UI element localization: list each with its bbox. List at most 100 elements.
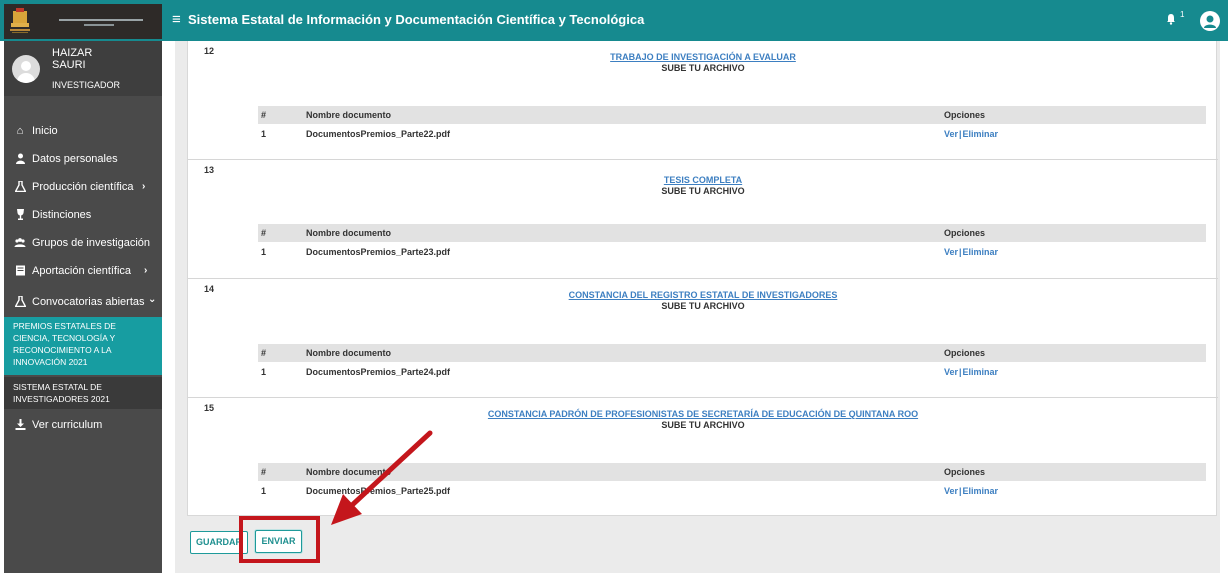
column-header-options: Opciones bbox=[944, 467, 986, 477]
app-root: ≡ Sistema Estatal de Información y Docum… bbox=[0, 0, 1228, 573]
delete-link[interactable]: Eliminar bbox=[963, 486, 999, 496]
submenu-item-label: SISTEMA ESTATAL DE INVESTIGADORES 2021 bbox=[13, 382, 110, 404]
user-profile: HAIZAR SAURI INVESTIGADOR bbox=[4, 41, 162, 96]
table-header: # Nombre documento Opciones bbox=[258, 344, 1206, 362]
sidebar-item-distinciones[interactable]: Distinciones bbox=[4, 201, 162, 229]
column-header-options: Opciones bbox=[944, 348, 986, 358]
profile-name: HAIZAR SAURI bbox=[52, 47, 92, 71]
section-number: 13 bbox=[204, 165, 215, 175]
sidebar-item-label: Inicio bbox=[32, 125, 58, 137]
submenu-item-sistema-estatal-investigadores[interactable]: SISTEMA ESTATAL DE INVESTIGADORES 2021 bbox=[4, 377, 162, 409]
section-title[interactable]: CONSTANCIA DEL REGISTRO ESTATAL DE INVES… bbox=[569, 290, 838, 300]
sidebar-item-label: Convocatorias abiertas bbox=[32, 296, 145, 308]
column-header-name: Nombre documento bbox=[306, 228, 392, 238]
delete-link[interactable]: Eliminar bbox=[963, 129, 999, 139]
row-options: Ver|Eliminar bbox=[944, 129, 998, 139]
column-header-number: # bbox=[261, 228, 267, 238]
upload-label: SUBE TU ARCHIVO bbox=[661, 301, 745, 311]
table-row: 1 DocumentosPremios_Parte23.pdf Ver|Elim… bbox=[258, 243, 1206, 261]
table-row: 1 DocumentosPremios_Parte24.pdf Ver|Elim… bbox=[258, 363, 1206, 381]
column-header-number: # bbox=[261, 110, 267, 120]
section-title[interactable]: CONSTANCIA PADRÓN DE PROFESIONISTAS DE S… bbox=[488, 409, 918, 419]
download-icon bbox=[14, 419, 26, 431]
sidebar-item-convocatorias-abiertas[interactable]: Convocatorias abiertas ⌄ bbox=[4, 288, 162, 316]
hamburger-icon[interactable]: ≡ bbox=[172, 12, 181, 27]
section-title-link[interactable]: TESIS COMPLETA bbox=[188, 175, 1218, 185]
view-link[interactable]: Ver bbox=[944, 247, 958, 257]
sidebar-item-inicio[interactable]: ⌂ Inicio bbox=[4, 117, 162, 145]
row-number: 1 bbox=[261, 247, 267, 257]
sidebar-item-label: Grupos de investigación bbox=[32, 237, 151, 249]
document-section: 12 TRABAJO DE INVESTIGACIÓN A EVALUAR SU… bbox=[188, 41, 1218, 159]
trophy-icon bbox=[14, 209, 26, 221]
sidebar-item-datos-personales[interactable]: Datos personales bbox=[4, 145, 162, 173]
chevron-right-icon: › bbox=[144, 265, 148, 276]
submenu-item-premios-estatales[interactable]: PREMIOS ESTATALES DE CIENCIA, TECNOLOGÍA… bbox=[4, 317, 162, 375]
column-header-options: Opciones bbox=[944, 228, 986, 238]
sidebar-item-ver-curriculum[interactable]: Ver curriculum bbox=[4, 411, 162, 439]
section-title[interactable]: TRABAJO DE INVESTIGACIÓN A EVALUAR bbox=[610, 52, 796, 62]
file-name: DocumentosPremios_Parte25.pdf bbox=[306, 486, 451, 496]
upload-label: SUBE TU ARCHIVO bbox=[661, 420, 745, 430]
sidebar-item-aportacion-cientifica[interactable]: Aportación científica › bbox=[4, 257, 162, 285]
chevron-right-icon: › bbox=[142, 181, 146, 192]
avatar bbox=[12, 55, 40, 83]
sidebar-item-label: Datos personales bbox=[32, 153, 118, 165]
file-name: DocumentosPremios_Parte23.pdf bbox=[306, 247, 451, 257]
sidebar-item-grupos-de-investigacion[interactable]: Grupos de investigación bbox=[4, 229, 162, 257]
chevron-down-icon: ⌄ bbox=[148, 294, 157, 305]
documents-card: 12 TRABAJO DE INVESTIGACIÓN A EVALUAR SU… bbox=[187, 41, 1218, 516]
flask-icon bbox=[13, 295, 27, 308]
submenu-item-label: PREMIOS ESTATALES DE CIENCIA, TECNOLOGÍA… bbox=[13, 321, 116, 367]
table-row: 1 DocumentosPremios_Parte22.pdf Ver|Elim… bbox=[258, 125, 1206, 143]
flask-icon bbox=[13, 180, 27, 193]
emblem-icon bbox=[10, 8, 30, 33]
column-header-options: Opciones bbox=[944, 110, 986, 120]
view-link[interactable]: Ver bbox=[944, 129, 958, 139]
profile-first-name: HAIZAR bbox=[52, 47, 93, 59]
table-header: # Nombre documento Opciones bbox=[258, 224, 1206, 242]
column-header-name: Nombre documento bbox=[306, 467, 392, 477]
row-options: Ver|Eliminar bbox=[944, 367, 998, 377]
table-row: 1 DocumentosPremios_Parte25.pdf Ver|Elim… bbox=[258, 482, 1206, 500]
notification-badge: 1 bbox=[1180, 10, 1185, 19]
row-number: 1 bbox=[261, 486, 267, 496]
user-icon bbox=[1204, 15, 1216, 28]
bell-icon[interactable] bbox=[1166, 13, 1176, 25]
annotation-highlight-box bbox=[239, 516, 320, 563]
delete-link[interactable]: Eliminar bbox=[963, 247, 999, 257]
sidebar-item-label: Producción científica bbox=[32, 181, 134, 193]
document-section: 13 TESIS COMPLETA SUBE TU ARCHIVO # Nomb… bbox=[188, 159, 1218, 278]
institution-logo[interactable] bbox=[4, 4, 162, 39]
section-title-link[interactable]: TRABAJO DE INVESTIGACIÓN A EVALUAR bbox=[188, 52, 1218, 62]
view-link[interactable]: Ver bbox=[944, 367, 958, 377]
sidebar: HAIZAR SAURI INVESTIGADOR ⌂ Inicio Datos… bbox=[4, 41, 162, 573]
section-title-link[interactable]: CONSTANCIA DEL REGISTRO ESTATAL DE INVES… bbox=[188, 290, 1218, 300]
row-options: Ver|Eliminar bbox=[944, 486, 998, 496]
row-number: 1 bbox=[261, 129, 267, 139]
document-section: 15 CONSTANCIA PADRÓN DE PROFESIONISTAS D… bbox=[188, 397, 1218, 516]
sidebar-item-label: Aportación científica bbox=[32, 265, 132, 277]
logo-text-line bbox=[59, 19, 143, 21]
column-header-number: # bbox=[261, 467, 267, 477]
user-icon bbox=[14, 153, 26, 165]
column-header-name: Nombre documento bbox=[306, 348, 392, 358]
upload-label: SUBE TU ARCHIVO bbox=[661, 186, 745, 196]
upload-label: SUBE TU ARCHIVO bbox=[661, 63, 745, 73]
users-icon bbox=[14, 237, 26, 249]
delete-link[interactable]: Eliminar bbox=[963, 367, 999, 377]
section-title-link[interactable]: CONSTANCIA PADRÓN DE PROFESIONISTAS DE S… bbox=[188, 409, 1218, 419]
file-name: DocumentosPremios_Parte24.pdf bbox=[306, 367, 451, 377]
user-menu-avatar[interactable] bbox=[1200, 11, 1220, 31]
profile-role: INVESTIGADOR bbox=[52, 80, 121, 90]
page-title: Sistema Estatal de Información y Documen… bbox=[188, 12, 645, 27]
sidebar-item-produccion-cientifica[interactable]: Producción científica › bbox=[4, 173, 162, 201]
logo-text-line bbox=[84, 24, 114, 26]
row-number: 1 bbox=[261, 367, 267, 377]
sidebar-item-label: Distinciones bbox=[32, 209, 92, 221]
table-header: # Nombre documento Opciones bbox=[258, 106, 1206, 124]
section-title[interactable]: TESIS COMPLETA bbox=[664, 175, 742, 185]
top-bar: ≡ Sistema Estatal de Información y Docum… bbox=[0, 0, 1228, 41]
view-link[interactable]: Ver bbox=[944, 486, 958, 496]
profile-last-name: SAURI bbox=[52, 59, 86, 71]
